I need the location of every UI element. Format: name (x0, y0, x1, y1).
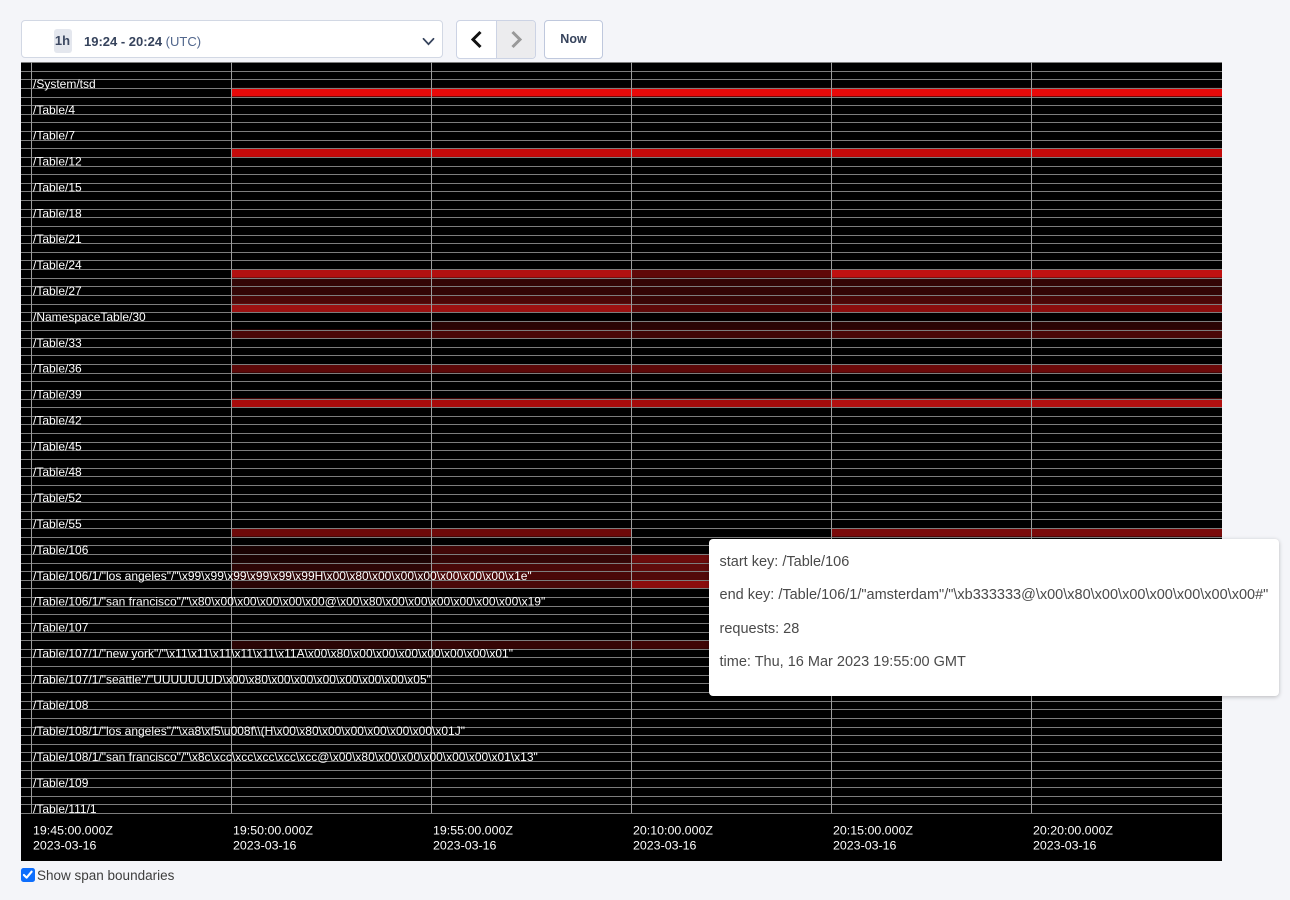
svg-text:/Table/108/1/"los angeles"/"\x: /Table/108/1/"los angeles"/"\xa8\xf5\u00… (33, 724, 465, 738)
svg-text:19:55:00.000Z: 19:55:00.000Z (433, 824, 513, 838)
svg-text:/Table/24: /Table/24 (33, 258, 82, 272)
svg-text:20:20:00.000Z: 20:20:00.000Z (1033, 824, 1113, 838)
svg-text:/Table/111/1: /Table/111/1 (33, 802, 97, 816)
svg-text:19:50:00.000Z: 19:50:00.000Z (233, 824, 313, 838)
svg-text:/Table/39: /Table/39 (33, 388, 82, 402)
svg-text:/Table/21: /Table/21 (33, 232, 82, 246)
svg-text:/Table/109: /Table/109 (33, 776, 89, 790)
svg-text:/Table/36: /Table/36 (33, 362, 82, 376)
svg-text:/Table/45: /Table/45 (33, 439, 82, 453)
svg-text:/Table/18: /Table/18 (33, 206, 82, 220)
svg-text:/Table/7: /Table/7 (33, 129, 75, 143)
svg-text:20:10:00.000Z: 20:10:00.000Z (633, 824, 713, 838)
svg-text:/Table/106/1/"san francisco"/": /Table/106/1/"san francisco"/"\x80\x00\x… (33, 595, 545, 609)
svg-text:2023-03-16: 2023-03-16 (233, 839, 296, 853)
svg-text:2023-03-16: 2023-03-16 (1033, 839, 1096, 853)
svg-text:/Table/107: /Table/107 (33, 621, 89, 635)
svg-text:/Table/4: /Table/4 (33, 103, 75, 117)
svg-text:/Table/42: /Table/42 (33, 413, 82, 427)
svg-text:19:45:00.000Z: 19:45:00.000Z (33, 824, 113, 838)
svg-text:2023-03-16: 2023-03-16 (633, 839, 696, 853)
svg-text:/Table/12: /Table/12 (33, 155, 82, 169)
svg-text:2023-03-16: 2023-03-16 (833, 839, 896, 853)
svg-text:/Table/106/1/"los angeles"/"\x: /Table/106/1/"los angeles"/"\x99\x99\x99… (33, 569, 532, 583)
svg-text:/Table/15: /Table/15 (33, 180, 82, 194)
svg-text:/Table/27: /Table/27 (33, 284, 82, 298)
svg-text:/Table/107/1/"seattle"/"UUUUUU: /Table/107/1/"seattle"/"UUUUUUUD\x00\x80… (33, 672, 431, 686)
svg-text:/Table/33: /Table/33 (33, 336, 82, 350)
svg-text:2023-03-16: 2023-03-16 (433, 839, 496, 853)
svg-text:/Table/55: /Table/55 (33, 517, 82, 531)
svg-text:20:15:00.000Z: 20:15:00.000Z (833, 824, 913, 838)
svg-text:/System/tsd: /System/tsd (33, 77, 96, 91)
svg-text:/Table/108/1/"san francisco"/": /Table/108/1/"san francisco"/"\x8c\xcc\x… (33, 750, 538, 764)
svg-text:2023-03-16: 2023-03-16 (33, 839, 96, 853)
svg-text:/Table/48: /Table/48 (33, 465, 82, 479)
svg-text:/Table/107/1/"new york"/"\x11\: /Table/107/1/"new york"/"\x11\x11\x11\x1… (33, 646, 513, 660)
svg-text:/Table/108: /Table/108 (33, 698, 89, 712)
svg-text:/Table/106: /Table/106 (33, 543, 89, 557)
svg-text:/Table/52: /Table/52 (33, 491, 82, 505)
svg-text:/NamespaceTable/30: /NamespaceTable/30 (33, 310, 146, 324)
